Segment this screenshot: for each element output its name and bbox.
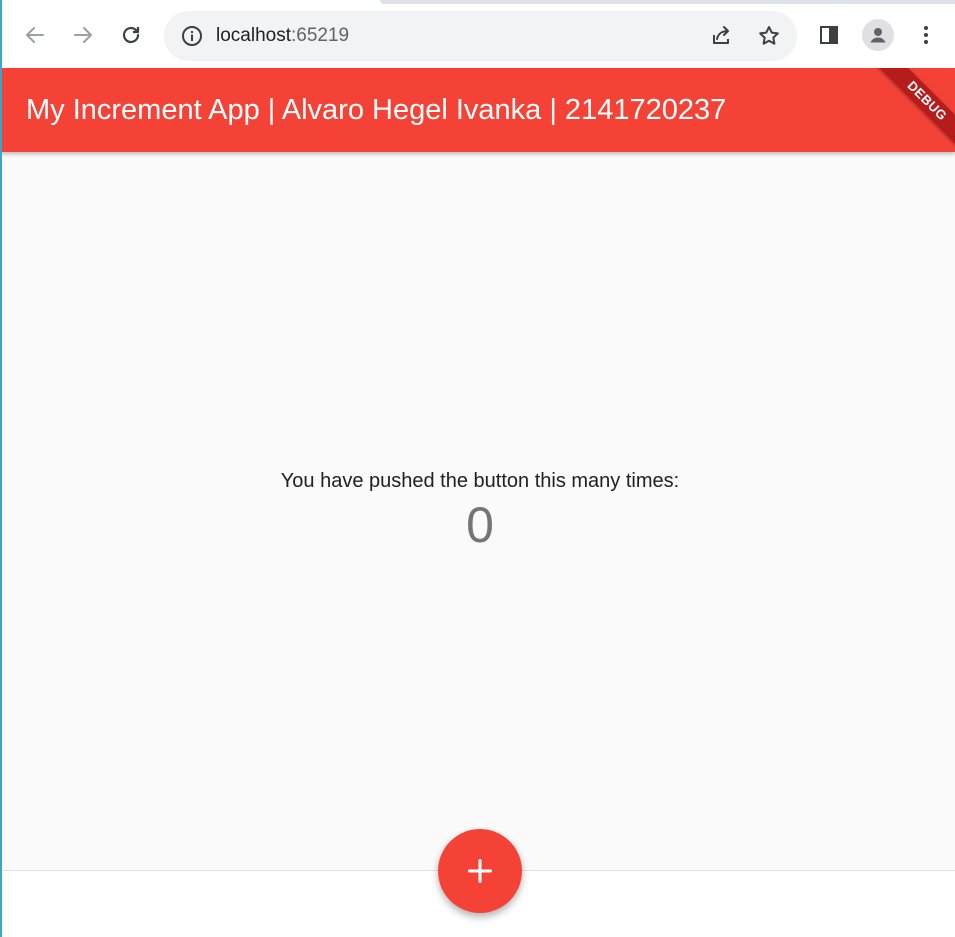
debug-banner: DEBUG [873, 68, 955, 152]
info-icon[interactable] [180, 24, 204, 48]
window-edge [0, 0, 2, 937]
share-icon[interactable] [709, 24, 733, 48]
browser-window: localhost:65219 My Increment App | Alvar… [0, 0, 955, 937]
arrow-left-icon [26, 27, 44, 43]
reload-icon [122, 26, 140, 44]
url-host: localhost [216, 25, 291, 46]
app-title: My Increment App | Alvaro Hegel Ivanka |… [26, 94, 727, 126]
side-panel-button[interactable] [810, 16, 848, 54]
arrow-right-icon [74, 27, 92, 43]
profile-icon [870, 28, 886, 43]
app-bar: My Increment App | Alvaro Hegel Ivanka |… [0, 68, 955, 152]
counter-prompt: You have pushed the button this many tim… [280, 470, 680, 492]
address-bar[interactable]: localhost:65219 [164, 11, 797, 61]
url-text[interactable]: localhost:65219 [216, 24, 349, 48]
star-icon[interactable] [757, 24, 781, 48]
url-port: :65219 [291, 25, 350, 46]
counter-value: 0 [466, 497, 494, 553]
side-panel-icon [820, 26, 838, 44]
browser-menu-button[interactable] [907, 16, 945, 54]
browser-toolbar: localhost:65219 [0, 0, 955, 68]
more-vertical-icon [924, 26, 928, 44]
forward-button[interactable] [64, 16, 102, 54]
back-button[interactable] [16, 16, 54, 54]
tab-strip [380, 0, 955, 4]
app-body: You have pushed the button this many tim… [0, 152, 955, 870]
increment-button[interactable] [438, 829, 522, 913]
profile-button[interactable] [862, 19, 894, 51]
plus-icon [467, 858, 493, 884]
reload-button[interactable] [112, 16, 150, 54]
